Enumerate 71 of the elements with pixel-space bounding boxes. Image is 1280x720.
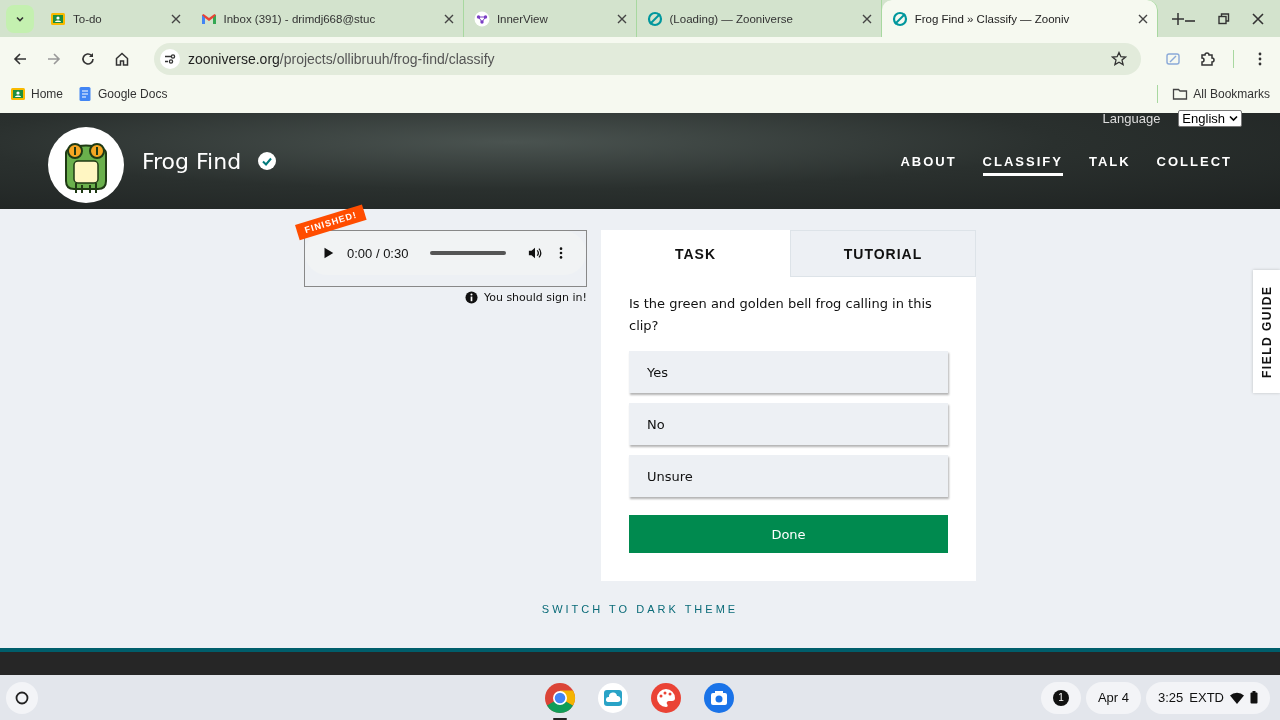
language-label: Language	[1102, 111, 1161, 126]
nav-link[interactable]: CLASSIFY	[982, 153, 1063, 176]
done-button[interactable]: Done	[629, 515, 948, 553]
classroom-icon	[50, 10, 66, 27]
home-icon[interactable]	[114, 50, 130, 67]
date-button[interactable]: Apr 4	[1085, 681, 1141, 714]
wifi-icon	[1230, 691, 1244, 704]
answer-option[interactable]: Yes	[629, 351, 948, 393]
close-icon[interactable]	[1252, 12, 1264, 25]
sign-in-notice: You should sign in!	[483, 291, 587, 304]
palette-icon[interactable]	[650, 681, 682, 714]
all-bookmarks-link[interactable]: All Bookmarks	[1172, 86, 1270, 102]
site-settings-icon[interactable]	[160, 48, 180, 69]
close-icon[interactable]	[1138, 13, 1148, 24]
forward-icon[interactable]	[46, 50, 62, 67]
browser-tab[interactable]: To-do	[40, 0, 191, 37]
tab-title: (Loading) — Zooniverse	[669, 12, 794, 25]
chevron-down-icon	[1229, 115, 1238, 122]
browser-tab[interactable]: Frog Find » Classify — Zooniv	[881, 0, 1158, 37]
tab-title: Inbox (391) - drimdj668@stuc	[223, 12, 377, 25]
nav-link[interactable]: ABOUT	[900, 153, 957, 176]
tab-title: InnerView	[496, 12, 549, 25]
address-bar[interactable]: zooniverse.org/projects/ollibruuh/frog-find/classify	[154, 42, 1141, 75]
answer-option[interactable]: Unsure	[629, 455, 948, 497]
dark-theme-link[interactable]: SWITCH TO DARK THEME	[541, 603, 739, 615]
browser-tab[interactable]: Inbox (391) - drimdj668@stuc	[190, 0, 464, 37]
browser-tab[interactable]: InnerView	[463, 0, 637, 37]
tab-title: Frog Find » Classify — Zooniv	[914, 12, 1071, 25]
verified-check-icon	[257, 151, 278, 171]
volume-icon[interactable]	[528, 246, 543, 260]
project-title: Frog Find	[142, 148, 242, 174]
panel-tab[interactable]: TUTORIAL	[790, 230, 976, 277]
notification-count[interactable]: 1	[1040, 681, 1081, 714]
language-select[interactable]: English	[1178, 110, 1242, 127]
nav-link[interactable]: TALK	[1088, 153, 1131, 176]
chrome-icon[interactable]	[544, 681, 576, 714]
display-mode: EXTD	[1189, 690, 1224, 705]
cloud-app-icon[interactable]	[597, 681, 629, 714]
new-tab-icon[interactable]	[1172, 12, 1184, 25]
close-icon[interactable]	[616, 13, 627, 24]
close-icon[interactable]	[170, 13, 181, 24]
playback-time: 0:00 / 0:30	[347, 245, 409, 261]
nav-link[interactable]: COLLECT	[1156, 153, 1232, 176]
launcher-button[interactable]	[6, 681, 38, 714]
clock-time: 3:25	[1158, 690, 1184, 705]
answer-option[interactable]: No	[629, 403, 948, 445]
circle-icon	[15, 690, 29, 705]
url-text: zooniverse.org/projects/ollibruuh/frog-find/classify	[188, 50, 496, 67]
status-area[interactable]: 3:25 EXTD	[1146, 681, 1270, 714]
extensions-icon[interactable]	[1199, 50, 1215, 67]
classroom-icon	[10, 86, 26, 102]
document-icon	[77, 86, 93, 102]
network-icon	[473, 10, 490, 27]
reload-icon[interactable]	[80, 50, 96, 67]
bookmark-link[interactable]: Google Docs	[77, 86, 168, 102]
battery-icon	[1250, 691, 1258, 704]
task-question: Is the green and golden bell frog calling in this clip?	[629, 295, 933, 335]
tab-title: To-do	[73, 12, 103, 25]
info-icon	[464, 291, 478, 304]
panel-tab[interactable]: TASK	[601, 230, 790, 277]
restore-icon[interactable]	[1218, 12, 1230, 25]
back-icon[interactable]	[12, 50, 28, 67]
star-icon[interactable]	[1111, 50, 1127, 67]
camera-icon[interactable]	[703, 681, 735, 714]
folder-icon	[1172, 86, 1189, 102]
seek-bar[interactable]	[430, 251, 507, 255]
close-icon[interactable]	[861, 13, 872, 24]
field-guide-tab[interactable]: FIELD GUIDE	[1253, 270, 1280, 393]
close-icon[interactable]	[443, 13, 454, 24]
browser-tab[interactable]: (Loading) — Zooniverse	[636, 0, 882, 37]
bookmark-link[interactable]: Home	[10, 86, 63, 102]
